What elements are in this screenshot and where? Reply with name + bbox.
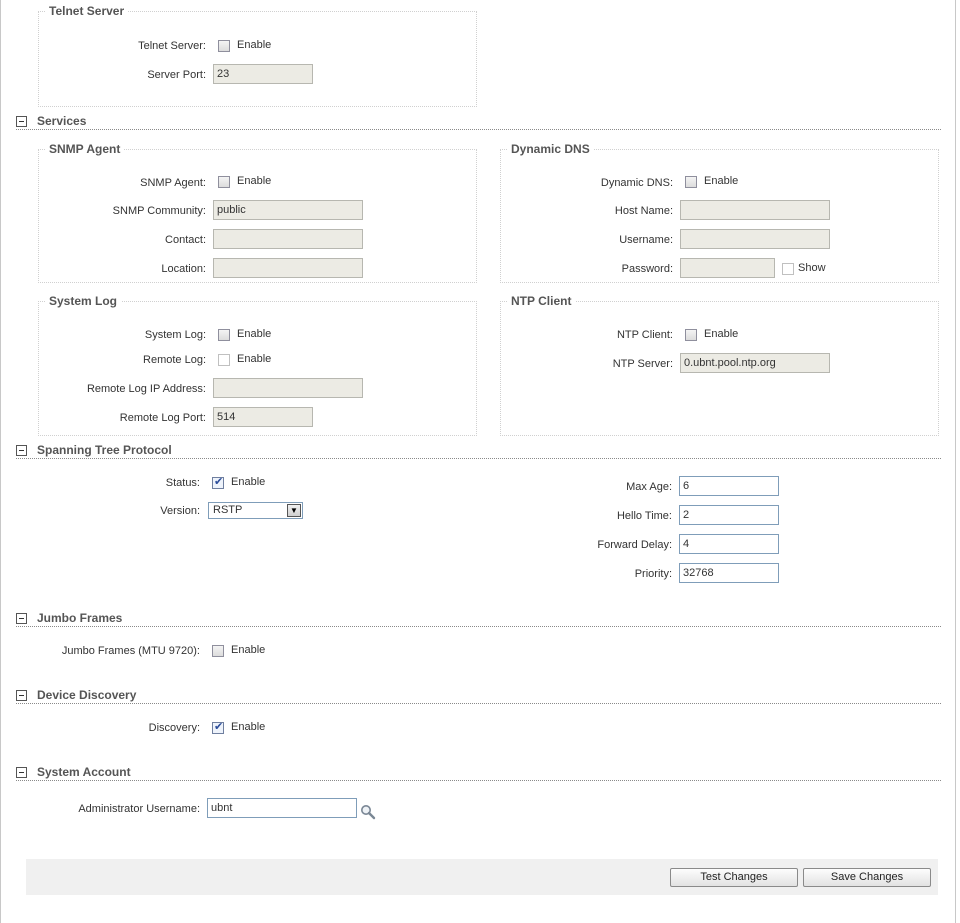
dynamic-dns-legend: Dynamic DNS xyxy=(507,142,594,156)
stp-status-label: Status: xyxy=(165,477,200,489)
stp-version-label: Version: xyxy=(160,505,200,517)
device-discovery-title: Device Discovery xyxy=(37,688,137,702)
stp-section-header[interactable]: Spanning Tree Protocol xyxy=(16,443,941,459)
remote-log-checkbox[interactable] xyxy=(218,354,230,366)
host-name-input[interactable] xyxy=(680,200,830,220)
system-log-label: System Log: xyxy=(144,329,206,341)
contact-label: Contact: xyxy=(165,234,206,246)
stp-title: Spanning Tree Protocol xyxy=(37,443,172,457)
snmp-agent-checkbox[interactable] xyxy=(218,176,230,188)
username-label: Username: xyxy=(619,234,673,246)
page-border-left xyxy=(0,0,1,923)
remote-log-label: Remote Log: xyxy=(143,354,206,366)
collapse-icon[interactable] xyxy=(16,116,27,127)
telnet-server-fieldset xyxy=(38,11,477,107)
dynamic-dns-checkbox[interactable] xyxy=(685,176,697,188)
telnet-server-checkbox[interactable] xyxy=(218,40,230,52)
search-icon[interactable] xyxy=(360,804,376,820)
contact-input[interactable] xyxy=(213,229,363,249)
jumbo-frames-enable-label: Enable xyxy=(231,644,266,656)
remote-log-ip-label: Remote Log IP Address: xyxy=(86,383,206,395)
remote-log-port-label: Remote Log Port: xyxy=(119,412,206,424)
location-label: Location: xyxy=(161,263,206,275)
priority-input[interactable]: 32768 xyxy=(679,563,779,583)
telnet-server-legend: Telnet Server xyxy=(45,4,129,18)
jumbo-frames-label: Jumbo Frames (MTU 9720): xyxy=(61,645,200,657)
collapse-icon[interactable] xyxy=(16,690,27,701)
snmp-agent-label: SNMP Agent: xyxy=(140,177,206,189)
system-log-checkbox[interactable] xyxy=(218,329,230,341)
dynamic-dns-enable-label: Enable xyxy=(704,175,739,187)
location-input[interactable] xyxy=(213,258,363,278)
ntp-client-enable-label: Enable xyxy=(704,328,739,340)
priority-label: Priority: xyxy=(634,568,672,580)
ntp-server-label: NTP Server: xyxy=(612,358,673,370)
chevron-down-icon[interactable]: ▼ xyxy=(287,504,301,517)
jumbo-frames-checkbox[interactable] xyxy=(212,645,224,657)
max-age-input[interactable]: 6 xyxy=(679,476,779,496)
admin-username-label: Administrator Username: xyxy=(78,803,200,815)
show-password-checkbox[interactable] xyxy=(782,263,794,275)
jumbo-frames-section-header[interactable]: Jumbo Frames xyxy=(16,611,941,627)
dynamic-dns-label: Dynamic DNS: xyxy=(600,177,673,189)
ntp-client-legend: NTP Client xyxy=(507,294,576,308)
snmp-agent-legend: SNMP Agent xyxy=(45,142,125,156)
snmp-community-label: SNMP Community: xyxy=(112,205,206,217)
show-password-label: Show xyxy=(798,262,826,274)
stp-version-value: RSTP xyxy=(213,504,243,516)
stp-version-select[interactable]: RSTP ▼ xyxy=(208,502,303,519)
section-divider xyxy=(16,626,941,627)
ntp-server-input[interactable]: 0.ubnt.pool.ntp.org xyxy=(680,353,830,373)
ntp-client-checkbox[interactable] xyxy=(685,329,697,341)
forward-delay-label: Forward Delay: xyxy=(597,539,672,551)
collapse-icon[interactable] xyxy=(16,445,27,456)
snmp-community-input[interactable]: public xyxy=(213,200,363,220)
jumbo-frames-title: Jumbo Frames xyxy=(37,611,123,625)
system-log-enable-label: Enable xyxy=(237,328,272,340)
remote-log-enable-label: Enable xyxy=(237,353,272,365)
test-changes-button[interactable]: Test Changes xyxy=(670,868,798,887)
hello-time-label: Hello Time: xyxy=(616,510,672,522)
system-account-section-header[interactable]: System Account xyxy=(16,765,941,781)
discovery-label: Discovery: xyxy=(148,722,200,734)
username-input[interactable] xyxy=(680,229,830,249)
save-changes-button[interactable]: Save Changes xyxy=(803,868,931,887)
admin-username-input[interactable]: ubnt xyxy=(207,798,357,818)
password-input[interactable] xyxy=(680,258,775,278)
host-name-label: Host Name: xyxy=(614,205,673,217)
telnet-server-enable-label: Enable xyxy=(237,39,272,51)
section-divider xyxy=(16,458,941,459)
system-account-title: System Account xyxy=(37,765,131,779)
page-border-right xyxy=(955,0,956,923)
password-label: Password: xyxy=(621,263,673,275)
discovery-checkbox[interactable] xyxy=(212,720,224,734)
hello-time-input[interactable]: 2 xyxy=(679,505,779,525)
stp-status-enable-label: Enable xyxy=(231,476,266,488)
remote-log-port-input[interactable]: 514 xyxy=(213,407,313,427)
services-title: Services xyxy=(37,114,87,128)
system-log-legend: System Log xyxy=(45,294,122,308)
max-age-label: Max Age: xyxy=(626,481,672,493)
action-bar: Test Changes Save Changes xyxy=(26,859,938,895)
server-port-label: Server Port: xyxy=(147,69,206,81)
remote-log-ip-input[interactable] xyxy=(213,378,363,398)
ntp-client-label: NTP Client: xyxy=(616,329,673,341)
forward-delay-input[interactable]: 4 xyxy=(679,534,779,554)
device-discovery-section-header[interactable]: Device Discovery xyxy=(16,688,941,704)
stp-status-checkbox[interactable] xyxy=(212,475,224,489)
collapse-icon[interactable] xyxy=(16,613,27,624)
telnet-server-label: Telnet Server: xyxy=(138,40,206,52)
discovery-enable-label: Enable xyxy=(231,721,266,733)
services-section-header[interactable]: Services xyxy=(16,114,941,130)
section-divider xyxy=(16,780,941,781)
collapse-icon[interactable] xyxy=(16,767,27,778)
section-divider xyxy=(16,129,941,130)
section-divider xyxy=(16,703,941,704)
server-port-input[interactable]: 23 xyxy=(213,64,313,84)
snmp-agent-enable-label: Enable xyxy=(237,175,272,187)
